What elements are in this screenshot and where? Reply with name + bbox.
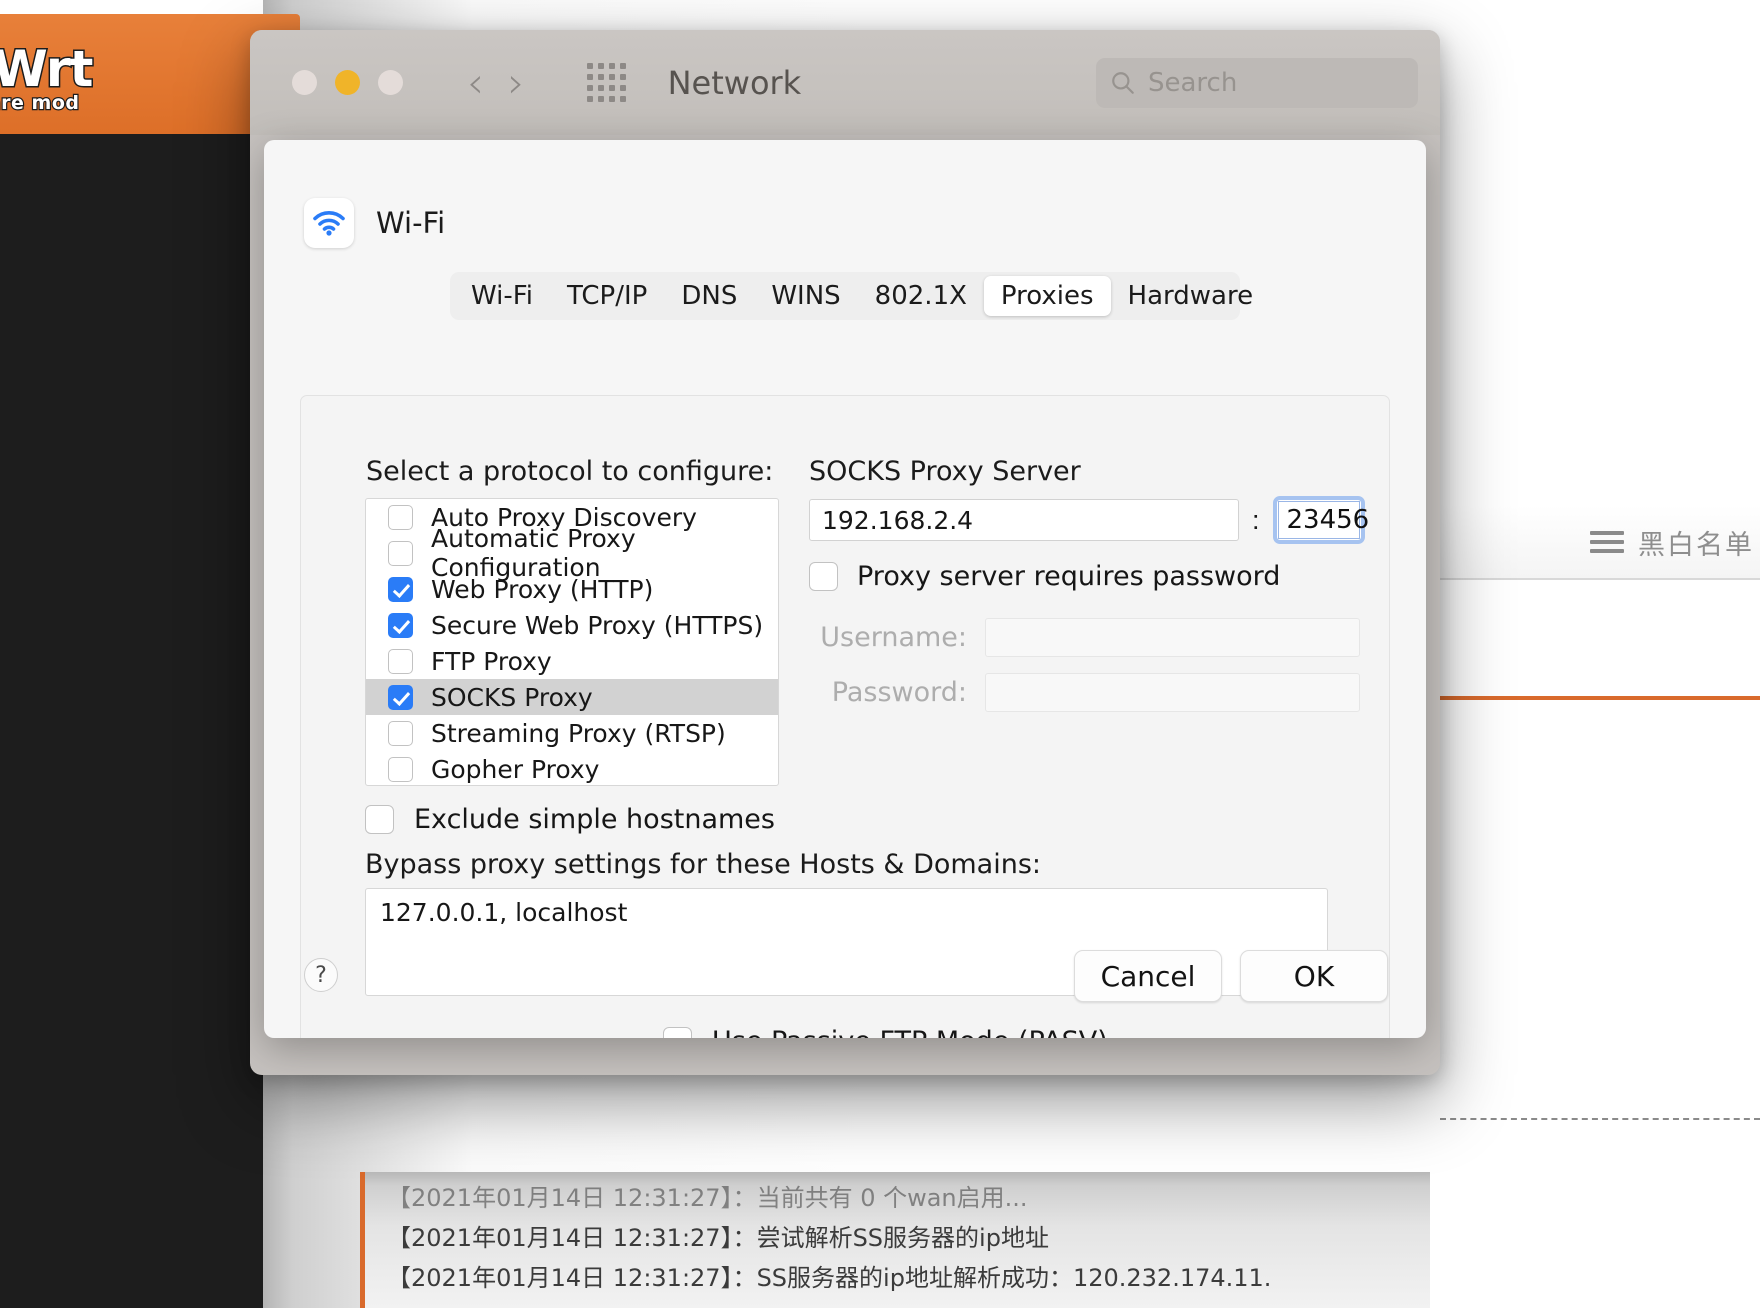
socks-server-host-input[interactable]: 192.168.2.4 (809, 499, 1239, 541)
protocol-row-secure-web-proxy-https[interactable]: Secure Web Proxy (HTTPS) (366, 607, 778, 643)
protocol-label: Secure Web Proxy (HTTPS) (431, 610, 764, 640)
hamburger-menu-icon (1590, 531, 1624, 553)
protocol-label: Streaming Proxy (RTSP) (431, 718, 726, 748)
socks-server-port-focus-ring: 23456 (1272, 496, 1369, 544)
passive-ftp-checkbox[interactable] (663, 1027, 692, 1038)
close-window-button[interactable] (292, 70, 317, 95)
sheet-footer-buttons: Cancel OK (1074, 950, 1388, 1002)
protocol-label: Automatic Proxy Configuration (431, 524, 636, 582)
back-chevron-icon[interactable]: ‹ (455, 61, 496, 104)
socks-server-section-label: SOCKS Proxy Server (809, 456, 1081, 487)
show-all-grid-icon[interactable] (586, 63, 626, 102)
log-line: 【2021年01月14日 12:31:27】：当前共有 0 个wan启用... (387, 1184, 1028, 1212)
openwrt-logo-subtitle: share mod (0, 91, 80, 115)
username-field[interactable] (985, 618, 1360, 657)
search-placeholder-text: Search (1148, 67, 1238, 98)
protocol-row-socks-proxy[interactable]: SOCKS Proxy (366, 679, 778, 715)
password-row: Password: (809, 673, 1360, 712)
tab-dns[interactable]: DNS (664, 276, 754, 316)
protocol-row-streaming-proxy-rtsp[interactable]: Streaming Proxy (RTSP) (366, 715, 778, 751)
protocol-checkbox[interactable] (388, 612, 413, 638)
protocol-row-gopher-proxy[interactable]: Gopher Proxy (366, 751, 778, 785)
protocol-label: SOCKS Proxy (431, 682, 593, 712)
requires-password-checkbox[interactable] (809, 562, 838, 591)
protocol-label: FTP Proxy (431, 646, 552, 676)
passive-ftp-label: Use Passive FTP Mode (PASV) (712, 1026, 1108, 1038)
protocol-checkbox[interactable] (388, 756, 413, 782)
requires-password-row[interactable]: Proxy server requires password (809, 561, 1280, 592)
proxies-panel: Select a protocol to configure: Auto Pro… (300, 395, 1390, 1038)
tab-8021x[interactable]: 802.1X (858, 276, 984, 316)
minimize-window-button[interactable] (335, 70, 360, 95)
protocol-checkbox[interactable] (388, 648, 413, 674)
bypass-section-label: Bypass proxy settings for these Hosts & … (365, 849, 1042, 880)
settings-tab-bar: Wi-Fi TCP/IP DNS WINS 802.1X Proxies Har… (450, 272, 1253, 320)
interface-name-label: Wi-Fi (376, 206, 446, 240)
protocol-row-ftp-proxy[interactable]: FTP Proxy (366, 643, 778, 679)
password-label: Password: (831, 677, 967, 708)
protocol-checkbox[interactable] (388, 540, 413, 566)
menu-item-label: 黑白名单 (1638, 529, 1754, 561)
exclude-simple-hostnames-label: Exclude simple hostnames (414, 804, 775, 835)
protocol-label: Web Proxy (HTTP) (431, 574, 654, 604)
openwrt-logo-text: nWrt (0, 39, 95, 100)
help-button[interactable]: ? (304, 958, 338, 992)
tab-hardware[interactable]: Hardware (1111, 276, 1271, 316)
cancel-button[interactable]: Cancel (1074, 950, 1222, 1002)
dashed-divider (1440, 1118, 1760, 1120)
tab-proxies[interactable]: Proxies (983, 276, 1111, 316)
zoom-window-button[interactable] (378, 70, 403, 95)
port-value: 23456 (1286, 505, 1370, 535)
tab-wins[interactable]: WINS (754, 276, 857, 316)
window-titlebar: ‹ › Network Search (250, 30, 1440, 135)
search-icon (1112, 71, 1134, 94)
tab-tcpip[interactable]: TCP/IP (550, 276, 664, 316)
protocol-section-label: Select a protocol to configure: (366, 456, 774, 487)
protocol-row-automatic-proxy-configuration[interactable]: Automatic Proxy Configuration (366, 524, 778, 582)
status-log-panel: 【2021年01月14日 12:31:27】：当前共有 0 个wan启用... … (360, 1172, 1430, 1308)
protocol-checkbox[interactable] (388, 720, 413, 746)
search-input[interactable]: Search (1096, 57, 1418, 108)
exclude-simple-hostnames-checkbox[interactable] (365, 805, 394, 834)
sheet-header: Wi-Fi (264, 140, 1426, 248)
log-line: 【2021年01月14日 12:31:27】：尝试解析SS服务器的ip地址 (387, 1224, 1049, 1252)
password-field[interactable] (985, 673, 1360, 712)
username-label: Username: (820, 622, 967, 653)
background-sidebar (0, 134, 263, 1308)
socks-server-port-input[interactable]: 23456 (1277, 501, 1369, 539)
wifi-icon (304, 198, 354, 248)
proxies-settings-sheet: Wi-Fi Wi-Fi TCP/IP DNS WINS 802.1X Proxi… (264, 140, 1426, 1038)
requires-password-label: Proxy server requires password (857, 561, 1281, 592)
protocol-checkbox[interactable] (388, 504, 413, 530)
tab-wifi[interactable]: Wi-Fi (454, 276, 550, 316)
protocol-checkbox[interactable] (388, 576, 413, 602)
traffic-light-group (292, 70, 403, 95)
window-title: Network (667, 63, 802, 102)
log-line: 【2021年01月14日 12:31:27】：SS服务器的ip地址解析成功：12… (387, 1264, 1272, 1292)
network-preferences-window: ‹ › Network Search Wi-Fi Wi-Fi TCP/IP DN… (250, 30, 1440, 1075)
forward-chevron-icon[interactable]: › (496, 61, 537, 104)
protocol-label: Gopher Proxy (431, 754, 600, 784)
menu-item-blacklist-whitelist[interactable]: 黑白名单 (1590, 523, 1754, 562)
protocol-checkbox[interactable] (388, 684, 413, 710)
port-separator-label: : (1252, 504, 1260, 535)
exclude-simple-hostnames-row[interactable]: Exclude simple hostnames (365, 804, 775, 835)
passive-ftp-row[interactable]: Use Passive FTP Mode (PASV) (663, 1026, 1108, 1038)
username-row: Username: (809, 618, 1360, 657)
protocol-list[interactable]: Auto Proxy Discovery Automatic Proxy Con… (365, 498, 779, 786)
ok-button[interactable]: OK (1240, 950, 1388, 1002)
orange-divider-rule (1430, 696, 1760, 700)
socks-server-row: 192.168.2.4 : 23456 (809, 496, 1369, 544)
